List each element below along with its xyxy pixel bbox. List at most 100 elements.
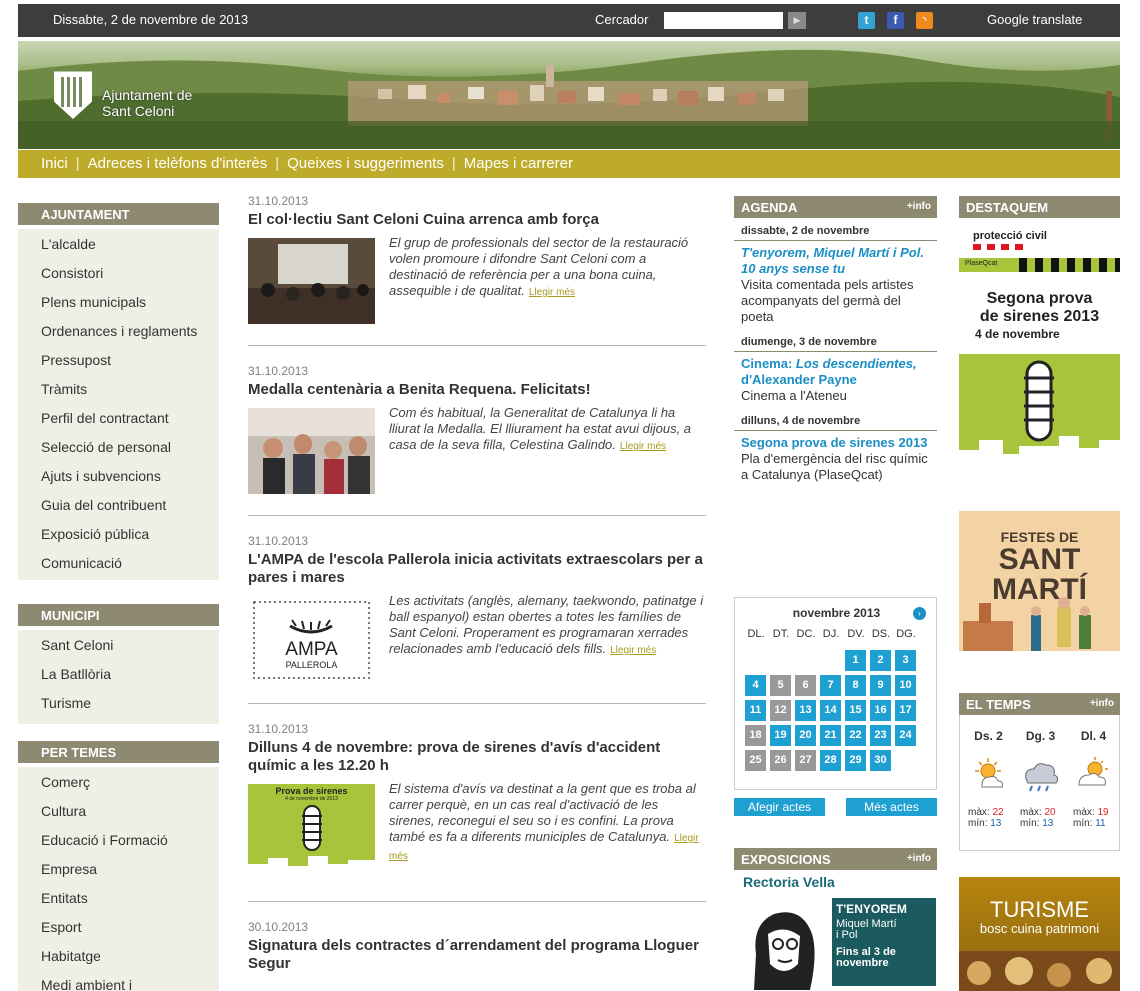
nav-item-adreces[interactable]: Adreces i telèfons d'interès bbox=[88, 155, 268, 172]
calendar-day[interactable]: 22 bbox=[845, 725, 866, 746]
exhibitions-more-link[interactable]: +info bbox=[907, 853, 931, 864]
sidebar-item[interactable]: Guia del contribuent bbox=[18, 490, 219, 519]
sidebar-item[interactable]: Ajuts i subvencions bbox=[18, 461, 219, 490]
sidebar-heading-per-temes: PER TEMES bbox=[18, 741, 219, 763]
calendar-day[interactable]: 26 bbox=[770, 750, 791, 771]
sidebar-item[interactable]: Selecció de personal bbox=[18, 432, 219, 461]
read-more-link[interactable]: Llegir més bbox=[610, 645, 656, 656]
sidebar-item[interactable]: Plens municipals bbox=[18, 287, 219, 316]
festes-sant-marti-poster[interactable]: FESTES DE SANT MARTÍ bbox=[959, 511, 1120, 651]
calendar-day[interactable]: 27 bbox=[795, 750, 816, 771]
sidebar-item[interactable]: Habitatge bbox=[18, 941, 219, 970]
calendar-day[interactable]: 1 bbox=[845, 650, 866, 671]
article-title[interactable]: El col·lectiu Sant Celoni Cuina arrenca … bbox=[248, 211, 706, 229]
sirens-poster-title: Segona prova de sirenes 2013 bbox=[959, 290, 1120, 326]
calendar-day[interactable]: 12 bbox=[770, 700, 791, 721]
calendar-day[interactable]: 14 bbox=[820, 700, 841, 721]
sidebar-item[interactable]: La Batllòria bbox=[18, 659, 219, 688]
calendar-day[interactable]: 8 bbox=[845, 675, 866, 696]
sidebar-item[interactable]: Empresa bbox=[18, 854, 219, 883]
calendar-day[interactable]: 16 bbox=[870, 700, 891, 721]
agenda-event-title[interactable]: Segona prova de sirenes 2013 bbox=[741, 435, 930, 451]
agenda-header: AGENDA +info bbox=[734, 196, 937, 218]
nav-item-queixes[interactable]: Queixes i suggeriments bbox=[287, 155, 444, 172]
next-month-icon[interactable]: › bbox=[913, 607, 926, 620]
sidebar-item[interactable]: L'alcalde bbox=[18, 229, 219, 258]
min-label: mín: bbox=[1073, 818, 1093, 829]
search-submit-button[interactable]: ▶ bbox=[788, 12, 806, 29]
calendar-day[interactable]: 19 bbox=[770, 725, 791, 746]
agenda-more-link[interactable]: +info bbox=[907, 201, 931, 212]
agenda-event-title[interactable]: Cinema: Los descendientes, d'Alexander Pa… bbox=[741, 356, 930, 388]
sidebar-item[interactable]: Comerç bbox=[18, 767, 219, 796]
calendar-day[interactable]: 21 bbox=[820, 725, 841, 746]
municipal-logo[interactable]: Ajuntament de Sant Celoni bbox=[54, 61, 214, 131]
calendar-day[interactable]: 18 bbox=[745, 725, 766, 746]
search-input[interactable] bbox=[664, 12, 783, 29]
sidebar-item[interactable]: Comunicació bbox=[18, 548, 219, 577]
sidebar-item[interactable]: Cultura bbox=[18, 796, 219, 825]
calendar-day[interactable]: 5 bbox=[770, 675, 791, 696]
calendar-day[interactable]: 25 bbox=[745, 750, 766, 771]
sidebar-item[interactable]: Entitats bbox=[18, 883, 219, 912]
agenda-event-title[interactable]: T'enyorem, Miquel Martí i Pol. 10 anys s… bbox=[741, 245, 930, 277]
calendar-day[interactable]: 11 bbox=[745, 700, 766, 721]
add-events-button[interactable]: Afegir actes bbox=[734, 798, 825, 816]
calendar-day[interactable]: 17 bbox=[895, 700, 916, 721]
turisme-banner[interactable]: TURISME bosc cuina patrimoni bbox=[959, 877, 1120, 991]
calendar-day[interactable]: 6 bbox=[795, 675, 816, 696]
weather-box: EL TEMPS +info Ds. 2 Dg. 3 Dl. 4 màx: 22 m… bbox=[959, 693, 1120, 851]
sidebar-item[interactable]: Educació i Formació bbox=[18, 825, 219, 854]
facebook-icon[interactable]: f bbox=[887, 12, 904, 29]
weather-more-link[interactable]: +info bbox=[1090, 698, 1114, 709]
sidebar-item[interactable]: Ordenances i reglaments bbox=[18, 316, 219, 345]
sidebar-item[interactable]: Consistori bbox=[18, 258, 219, 287]
article-title[interactable]: Signatura dels contractes d´arrendament … bbox=[248, 937, 706, 973]
article-thumbnail[interactable] bbox=[248, 408, 375, 494]
article-title[interactable]: Medalla centenària a Benita Requena. Fel… bbox=[248, 381, 706, 399]
exhibition-card[interactable]: T'ENYOREM Miquel Martí i Pol Fins al 3 d… bbox=[734, 894, 937, 990]
calendar-day[interactable]: 30 bbox=[870, 750, 891, 771]
sidebar-item[interactable]: Sant Celoni bbox=[18, 630, 219, 659]
calendar-day[interactable]: 4 bbox=[745, 675, 766, 696]
sidebar-item[interactable]: Pressupost bbox=[18, 345, 219, 374]
sirens-poster[interactable]: protecció civil PlaseQcat Segona prova de… bbox=[959, 222, 1120, 466]
agenda-event-desc: Pla d'emergència del risc químic a Catal… bbox=[741, 451, 928, 482]
sidebar-item[interactable]: Turisme bbox=[18, 688, 219, 717]
calendar-day[interactable]: 29 bbox=[845, 750, 866, 771]
article-thumbnail[interactable] bbox=[248, 238, 375, 324]
article-summary: Com és habitual, la Generalitat de Catal… bbox=[389, 405, 706, 455]
agenda-day: diumenge, 3 de novembre bbox=[734, 329, 937, 352]
sidebar-item[interactable]: Esport bbox=[18, 912, 219, 941]
calendar-day[interactable]: 24 bbox=[895, 725, 916, 746]
calendar-day[interactable]: 10 bbox=[895, 675, 916, 696]
sidebar-item[interactable]: Exposició pública bbox=[18, 519, 219, 548]
article-thumbnail[interactable]: Prova de sirenes 4 de novembre de 2013 bbox=[248, 784, 375, 880]
rss-icon[interactable]: ◝ bbox=[916, 12, 933, 29]
calendar-day[interactable]: 3 bbox=[895, 650, 916, 671]
more-events-button[interactable]: Més actes bbox=[846, 798, 937, 816]
turisme-image bbox=[959, 951, 1120, 991]
google-translate-link[interactable]: Google translate bbox=[987, 12, 1082, 27]
twitter-icon[interactable]: t bbox=[858, 12, 875, 29]
article-title[interactable]: Dilluns 4 de novembre: prova de sirenes … bbox=[248, 739, 706, 775]
destaquem-box: DESTAQUEM bbox=[959, 196, 1120, 218]
sidebar-item[interactable]: Tràmits bbox=[18, 374, 219, 403]
read-more-link[interactable]: Llegir més bbox=[529, 287, 575, 298]
calendar-day[interactable]: 7 bbox=[820, 675, 841, 696]
article-title[interactable]: L'AMPA de l'escola Pallerola inicia acti… bbox=[248, 551, 706, 587]
calendar-day[interactable]: 9 bbox=[870, 675, 891, 696]
calendar-day[interactable]: 15 bbox=[845, 700, 866, 721]
sidebar-item[interactable]: Medi ambient i bbox=[18, 970, 219, 991]
nav-item-inici[interactable]: Inici bbox=[41, 155, 68, 172]
article-thumbnail[interactable]: AMPA PALLEROLA bbox=[248, 596, 375, 682]
nav-item-mapes[interactable]: Mapes i carrerer bbox=[464, 155, 573, 172]
logo-text: Ajuntament de Sant Celoni bbox=[102, 87, 192, 119]
calendar-day[interactable]: 28 bbox=[820, 750, 841, 771]
calendar-day[interactable]: 20 bbox=[795, 725, 816, 746]
read-more-link[interactable]: Llegir més bbox=[620, 441, 666, 452]
calendar-day[interactable]: 23 bbox=[870, 725, 891, 746]
sidebar-item[interactable]: Perfil del contractant bbox=[18, 403, 219, 432]
calendar-day[interactable]: 13 bbox=[795, 700, 816, 721]
calendar-day[interactable]: 2 bbox=[870, 650, 891, 671]
